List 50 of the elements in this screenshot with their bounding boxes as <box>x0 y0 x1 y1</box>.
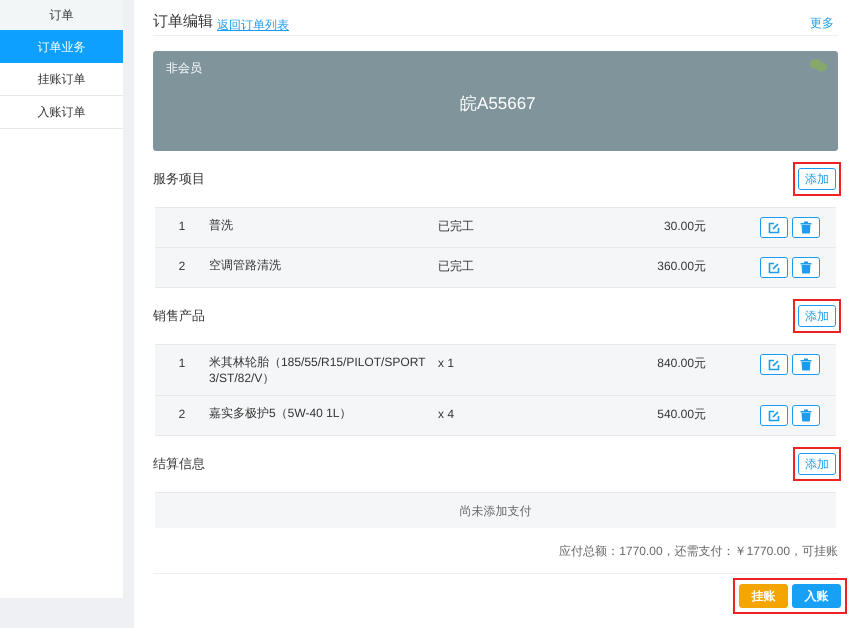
chat-icon <box>810 59 827 72</box>
add-button[interactable]: 添加 <box>798 305 836 327</box>
row-index: 2 <box>178 406 186 423</box>
more-link[interactable]: 更多 <box>810 14 834 32</box>
add-button[interactable]: 添加 <box>798 168 836 190</box>
edit-icon <box>768 358 780 370</box>
item-detail: 已完工 <box>438 219 474 233</box>
charge-button[interactable]: 挂账 <box>739 584 788 608</box>
trash-icon <box>800 409 812 422</box>
post-button[interactable]: 入账 <box>792 584 841 608</box>
page-title: 订单编辑 <box>153 12 213 32</box>
back-link[interactable]: 返回订单列表 <box>217 16 289 34</box>
delete-button[interactable] <box>792 217 820 238</box>
item-name: 米其林轮胎（185/55/R15/PILOT/SPORT 3/ST/82/V） <box>209 355 426 385</box>
sidebar-item[interactable]: 订单业务 <box>0 30 123 63</box>
trash-icon <box>800 221 812 234</box>
row-index: 1 <box>178 355 186 372</box>
item-detail: x 4 <box>438 407 454 421</box>
item-amount: 30.00元 <box>664 218 706 235</box>
item-amount: 540.00元 <box>657 406 706 423</box>
empty-state: 尚未添加支付 <box>155 492 836 528</box>
plate-number: 皖A55667 <box>460 93 536 115</box>
item-amount: 840.00元 <box>657 355 706 372</box>
edit-button[interactable] <box>760 257 788 278</box>
delete-button[interactable] <box>792 405 820 426</box>
item-detail: 已完工 <box>438 259 474 273</box>
edit-icon <box>768 222 780 234</box>
member-status: 非会员 <box>166 60 202 77</box>
section-title: 销售产品 <box>153 307 205 326</box>
section-title: 结算信息 <box>153 455 205 474</box>
edit-button[interactable] <box>760 405 788 426</box>
item-name: 空调管路清洗 <box>209 258 281 272</box>
item-detail: x 1 <box>438 356 454 370</box>
edit-button[interactable] <box>760 354 788 375</box>
delete-button[interactable] <box>792 257 820 278</box>
edit-icon <box>768 410 780 422</box>
sidebar-header: 订单 <box>0 0 123 30</box>
section-title: 服务项目 <box>153 170 205 188</box>
trash-icon <box>800 358 812 371</box>
edit-icon <box>768 262 780 274</box>
add-button[interactable]: 添加 <box>798 453 836 475</box>
payment-summary: 应付总额：1770.00，还需支付：￥1770.00，可挂账 <box>559 542 838 560</box>
item-name: 普洗 <box>209 218 233 232</box>
item-amount: 360.00元 <box>657 258 706 275</box>
row-index: 1 <box>178 218 186 235</box>
row-index: 2 <box>178 258 186 275</box>
delete-button[interactable] <box>792 354 820 375</box>
edit-button[interactable] <box>760 217 788 238</box>
trash-icon <box>800 261 812 274</box>
item-name: 嘉实多极护5（5W-40 1L） <box>209 406 352 420</box>
